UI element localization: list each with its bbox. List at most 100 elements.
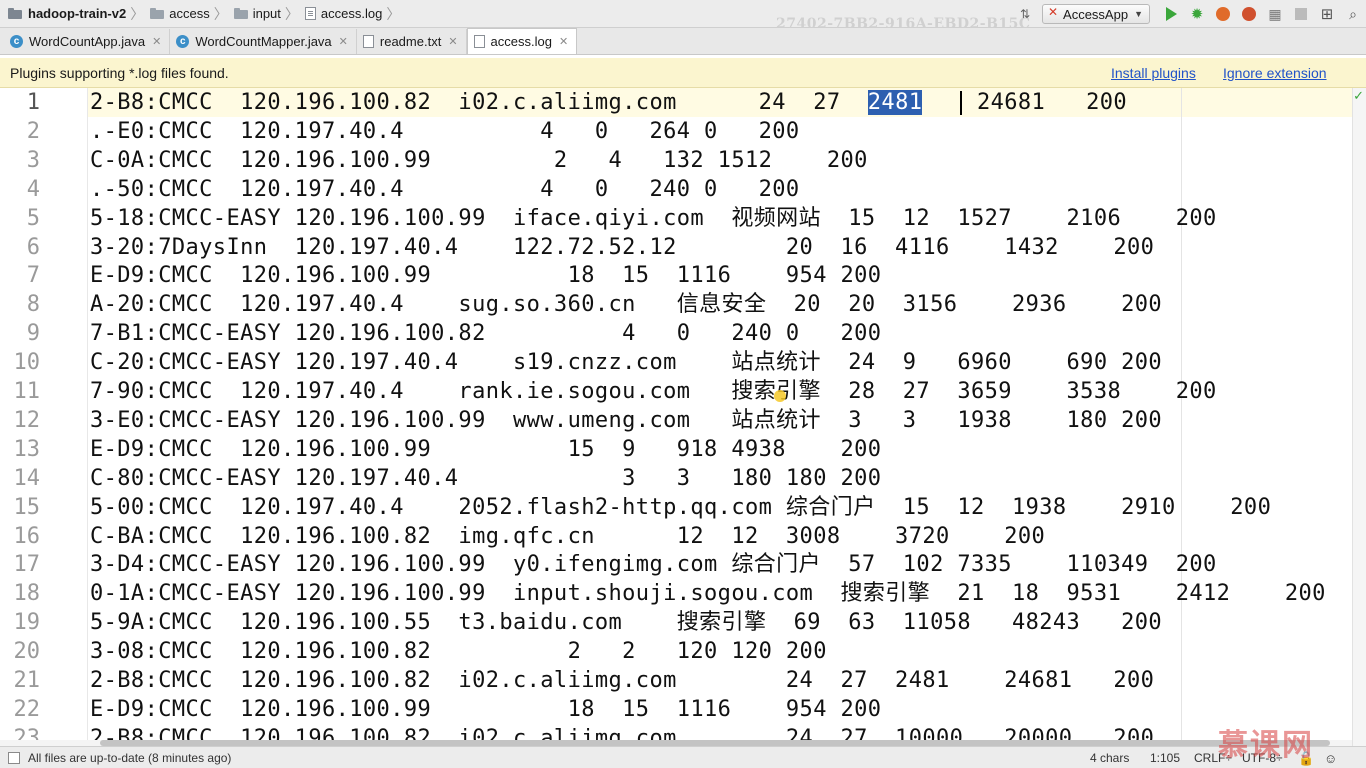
caret-position[interactable]: 1:105: [1150, 751, 1180, 765]
code-line[interactable]: 3-D4:CMCC-EASY 120.196.100.99 y0.ifengim…: [90, 550, 1217, 579]
line-number[interactable]: 10: [0, 348, 41, 377]
error-stripe[interactable]: ✓: [1352, 88, 1366, 746]
brand-watermark-logo: 慕课网: [1218, 728, 1314, 763]
close-icon[interactable]: ✕: [448, 35, 457, 48]
coverage-button[interactable]: [1215, 6, 1231, 22]
chevron-right-icon: 〉: [386, 5, 401, 22]
profiler-icon: [1242, 7, 1256, 21]
breadcrumb-label: access.log: [320, 6, 383, 21]
code-line[interactable]: 3-08:CMCC 120.196.100.82 2 2 120 120 200: [90, 637, 827, 666]
line-number[interactable]: 21: [0, 666, 41, 695]
code-line[interactable]: 2-B8:CMCC 120.196.100.82 i02.c.aliimg.co…: [90, 666, 1154, 695]
plugin-suggestion-banner: Plugins supporting *.log files found. In…: [0, 58, 1366, 88]
line-number[interactable]: 12: [0, 406, 41, 435]
install-plugins-link[interactable]: Install plugins: [1111, 65, 1196, 81]
close-icon[interactable]: ✕: [559, 35, 568, 48]
ignore-extension-link[interactable]: Ignore extension: [1223, 65, 1327, 81]
status-message: All files are up-to-date (8 minutes ago): [28, 750, 232, 765]
line-number[interactable]: 19: [0, 608, 41, 637]
line-number[interactable]: 5: [0, 204, 40, 233]
code-line[interactable]: 5-18:CMCC-EASY 120.196.100.99 iface.qiyi…: [90, 204, 1217, 233]
line-number[interactable]: 7: [0, 261, 40, 290]
sort-arrows-icon[interactable]: ⇅: [1017, 6, 1033, 22]
code-line[interactable]: 0-1A:CMCC-EASY 120.196.100.99 input.shou…: [90, 579, 1326, 608]
stop-button[interactable]: [1293, 6, 1309, 22]
run-configuration-label: AccessApp: [1063, 6, 1129, 22]
code-line[interactable]: E-D9:CMCC 120.196.100.99 18 15 1116 954 …: [90, 695, 881, 724]
line-number[interactable]: 3: [0, 146, 40, 175]
tab-wordcountapp[interactable]: c WordCountApp.java ✕: [4, 29, 171, 54]
tab-access-log[interactable]: access.log ✕: [466, 28, 578, 54]
play-icon: [1165, 7, 1177, 21]
line-number-gutter[interactable]: 1 2 3 4 5 6 7 8 9 10 11 12 13 14 15 16 17 18 19 20 21 22 23: [0, 88, 88, 746]
line-number[interactable]: 15: [0, 493, 41, 522]
chevron-right-icon: 〉: [213, 5, 228, 22]
tab-wordcountmapper[interactable]: c WordCountMapper.java ✕: [170, 29, 357, 54]
breadcrumb-access[interactable]: access: [150, 0, 210, 28]
breadcrumb-input[interactable]: input: [233, 0, 281, 28]
text-cursor: [960, 91, 962, 115]
coverage-icon: [1216, 7, 1230, 21]
line-number[interactable]: 18: [0, 579, 41, 608]
code-line[interactable]: 7-B1:CMCC-EASY 120.196.100.82 4 0 240 0 …: [90, 319, 881, 348]
line-number[interactable]: 4: [0, 175, 40, 204]
run-toolbar: ⇅ AccessApp ▼ ✹ ▦ ⊞ ⌕: [1012, 0, 1366, 28]
code-line[interactable]: E-D9:CMCC 120.196.100.99 15 9 918 4938 2…: [90, 435, 881, 464]
code-line[interactable]: A-20:CMCC 120.197.40.4 sug.so.360.cn 信息安…: [90, 290, 1162, 319]
chevron-right-icon: 〉: [284, 5, 299, 22]
code-editor[interactable]: 1 2 3 4 5 6 7 8 9 10 11 12 13 14 15 16 17 18 19 20 21 22 23 2-…: [0, 88, 1366, 746]
line-number[interactable]: 16: [0, 522, 41, 551]
structure-icon: ⊞: [1320, 6, 1334, 23]
navigation-bar: hadoop-train-v2 〉 access 〉 input 〉 acces…: [0, 0, 1366, 32]
breadcrumb-label: access: [169, 6, 210, 21]
code-line[interactable]: 5-9A:CMCC 120.196.100.55 t3.baidu.com 搜索…: [90, 608, 1162, 637]
folder-icon: [150, 8, 165, 19]
close-icon[interactable]: ✕: [339, 35, 348, 48]
close-icon[interactable]: ✕: [152, 35, 161, 48]
line-number[interactable]: 8: [0, 290, 40, 319]
line-number[interactable]: 6: [0, 233, 40, 262]
code-line[interactable]: E-D9:CMCC 120.196.100.99 18 15 1116 954 …: [90, 261, 881, 290]
line-number[interactable]: 1: [0, 88, 40, 117]
tab-readme[interactable]: readme.txt ✕: [357, 29, 467, 54]
code-line[interactable]: 3-20:7DaysInn 120.197.40.4 122.72.52.12 …: [90, 233, 1154, 262]
tool-windows-icon[interactable]: [8, 751, 20, 764]
project-folder-icon: [8, 8, 22, 19]
run-button[interactable]: [1163, 6, 1179, 22]
code-line[interactable]: C-20:CMCC-EASY 120.197.40.4 s19.cnzz.com…: [90, 348, 1162, 377]
code-line[interactable]: .-50:CMCC 120.197.40.4 4 0 240 0 200: [90, 175, 800, 204]
breadcrumb-file[interactable]: access.log: [304, 0, 383, 28]
build-button[interactable]: ▦: [1267, 6, 1283, 22]
line-number[interactable]: 11: [0, 377, 41, 406]
tab-label: WordCountApp.java: [29, 34, 146, 49]
banner-message: Plugins supporting *.log files found.: [10, 64, 229, 81]
debug-button[interactable]: ✹: [1189, 6, 1205, 23]
line-number[interactable]: 14: [0, 464, 41, 493]
status-bar: All files are up-to-date (8 minutes ago)…: [0, 746, 1366, 768]
code-line[interactable]: C-80:CMCC-EASY 120.197.40.4 3 3 180 180 …: [90, 464, 881, 493]
inspector-icon[interactable]: ☺: [1324, 751, 1337, 766]
stop-icon: [1295, 8, 1307, 20]
code-line[interactable]: 2-B8:CMCC 120.196.100.82 i02.c.aliimg.co…: [90, 88, 1127, 117]
line-number[interactable]: 9: [0, 319, 40, 348]
search-everywhere-button[interactable]: ⌕: [1345, 6, 1361, 22]
line-number[interactable]: 13: [0, 435, 41, 464]
code-line[interactable]: 3-E0:CMCC-EASY 120.196.100.99 www.umeng.…: [90, 406, 1162, 435]
line-number[interactable]: 2: [0, 117, 40, 146]
java-class-icon: c: [176, 35, 190, 48]
code-line[interactable]: C-BA:CMCC 120.196.100.82 img.qfc.cn 12 1…: [90, 522, 1045, 551]
project-structure-button[interactable]: ⊞: [1319, 6, 1335, 23]
breadcrumb-project[interactable]: hadoop-train-v2: [8, 0, 126, 28]
profile-button[interactable]: [1241, 6, 1257, 22]
search-icon: ⌕: [1349, 5, 1357, 22]
folder-icon: [233, 8, 248, 19]
code-line[interactable]: C-0A:CMCC 120.196.100.99 2 4 132 1512 20…: [90, 146, 868, 175]
right-margin-guide: [1181, 88, 1182, 746]
run-configuration-select[interactable]: AccessApp ▼: [1042, 4, 1150, 24]
line-number[interactable]: 17: [0, 550, 41, 579]
code-line[interactable]: .-E0:CMCC 120.197.40.4 4 0 264 0 200: [90, 117, 800, 146]
code-line[interactable]: 5-00:CMCC 120.197.40.4 2052.flash2-http.…: [90, 493, 1271, 522]
line-number[interactable]: 22: [0, 695, 41, 724]
code-line[interactable]: 7-90:CMCC 120.197.40.4 rank.ie.sogou.com…: [90, 377, 1217, 406]
line-number[interactable]: 20: [0, 637, 41, 666]
